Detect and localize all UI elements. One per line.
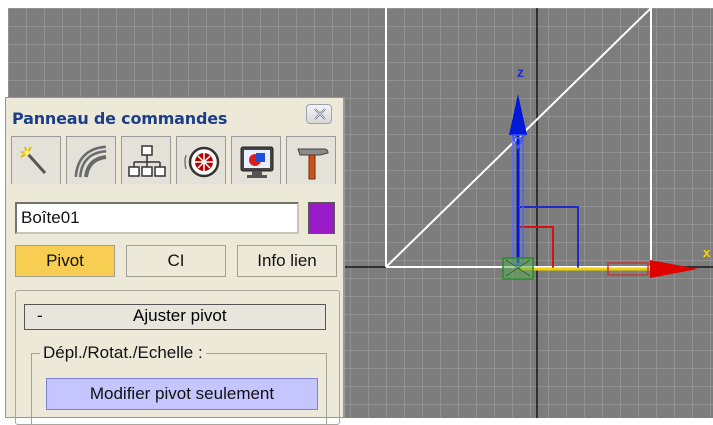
tab-motion[interactable] xyxy=(176,136,226,184)
hierarchy-icon xyxy=(128,145,166,177)
pivot-origin-box[interactable] xyxy=(502,257,534,280)
rollout-collapse-toggle[interactable]: - xyxy=(37,306,43,326)
tab-utilities[interactable] xyxy=(286,136,336,184)
close-icon xyxy=(314,108,326,120)
command-panel: Panneau de commandes Boîte01 Pivot CI In… xyxy=(5,97,345,425)
link-info-button[interactable]: Info lien xyxy=(237,245,337,277)
tab-display[interactable] xyxy=(231,136,281,184)
tab-create[interactable] xyxy=(11,136,61,184)
wand-icon xyxy=(20,146,47,175)
group-label: Dépl./Rotat./Echelle : xyxy=(40,343,206,363)
command-tabs xyxy=(11,136,339,186)
x-axis-label: x xyxy=(703,245,711,260)
display-icon xyxy=(240,146,274,178)
rollout-title: Ajuster pivot xyxy=(133,306,227,325)
tab-modify[interactable] xyxy=(66,136,116,184)
bend-icon xyxy=(74,145,107,178)
tab-hierarchy[interactable] xyxy=(121,136,171,184)
object-name-field[interactable]: Boîte01 xyxy=(15,202,299,234)
ik-button[interactable]: CI xyxy=(126,245,226,277)
panel-title: Panneau de commandes xyxy=(12,109,228,128)
pivot-button[interactable]: Pivot xyxy=(15,245,115,277)
motion-icon xyxy=(184,146,220,178)
close-button[interactable] xyxy=(306,104,332,124)
hammer-icon xyxy=(297,148,329,180)
object-color-swatch[interactable] xyxy=(308,202,335,234)
z-axis-label: z xyxy=(517,64,524,80)
rollout-header-adjust-pivot[interactable]: - Ajuster pivot xyxy=(24,304,326,330)
affect-pivot-only-button[interactable]: Modifier pivot seulement xyxy=(46,378,318,410)
